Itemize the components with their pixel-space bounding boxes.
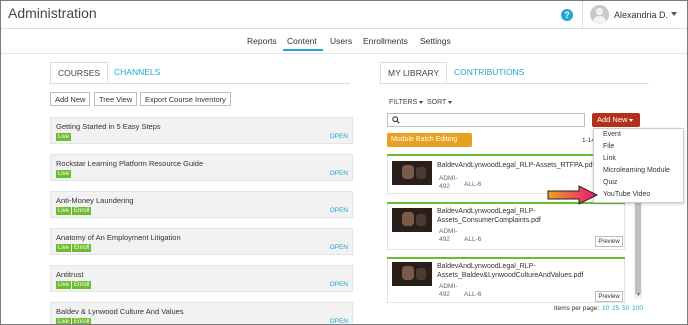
tab-channels[interactable]: CHANNELS (107, 62, 167, 83)
live-badge: Live (56, 133, 72, 141)
open-link[interactable]: OPEN (330, 207, 348, 214)
chevron-down-icon (419, 100, 424, 104)
per-page-option[interactable]: 100 (632, 305, 643, 312)
nav-item-reports[interactable]: Reports (247, 36, 277, 46)
course-card[interactable]: Rockstar Learning Platform Resource Guid… (50, 154, 353, 181)
tab-courses[interactable]: COURSES (50, 62, 109, 83)
open-link[interactable]: OPEN (330, 133, 348, 140)
open-link[interactable]: OPEN (330, 318, 348, 324)
course-title: Rockstar Learning Platform Resource Guid… (56, 159, 204, 168)
app-title: Administration (8, 5, 97, 21)
live-badge: Live (56, 207, 72, 215)
module-batch-editing-button[interactable]: Module Batch Editing (387, 133, 472, 147)
active-nav-indicator (283, 49, 323, 51)
library-item[interactable]: BaldevAndLynwoodLegal_RLP-Assets_Consume… (387, 202, 625, 250)
menu-item-file[interactable]: File (603, 143, 614, 150)
chevron-down-icon[interactable] (671, 12, 677, 16)
live-badge: Live (56, 281, 72, 289)
course-title: Antitrust (56, 270, 84, 279)
tree-view-button[interactable]: Tree View (94, 92, 138, 106)
export-course-inventory-button[interactable]: Export Course Inventory (140, 92, 231, 106)
menu-item-youtube-video[interactable]: YouTube Video (603, 191, 650, 198)
app-window: Administration ? Alexandria D. Reports C… (0, 0, 688, 325)
video-thumbnail (392, 262, 432, 286)
right-tab-divider (379, 83, 649, 84)
left-tab-divider (49, 83, 350, 84)
nav-item-enrollments[interactable]: Enrollments (363, 36, 408, 46)
library-item-title: BaldevAndLynwoodLegal_RLP-Assets_Baldev&… (437, 263, 584, 279)
add-new-label: Add New (597, 115, 628, 124)
course-card[interactable]: Anti-Money Laundering Live Enroll OPEN (50, 191, 353, 218)
item-audience: ALL-6 (464, 236, 482, 243)
preview-button[interactable]: Preview (595, 236, 623, 247)
sort-label: SORT (427, 99, 447, 106)
add-new-course-button[interactable]: Add New (50, 92, 91, 106)
tab-contributions[interactable]: CONTRIBUTIONS (447, 62, 531, 83)
menu-item-link[interactable]: Link (603, 155, 616, 162)
per-page-option[interactable]: 50 (622, 305, 629, 312)
course-title: Anatomy of An Employment Litigation (56, 233, 181, 242)
enroll-badge: Enroll (72, 281, 92, 289)
scroll-down-icon[interactable]: ▼ (636, 292, 641, 298)
filters-dropdown[interactable]: FILTERS (389, 99, 424, 106)
tab-my-library[interactable]: MY LIBRARY (380, 62, 448, 83)
nav-item-users[interactable]: Users (330, 36, 352, 46)
chevron-down-icon (629, 118, 634, 122)
nav-item-content[interactable]: Content (287, 36, 317, 46)
add-new-menu: Event File Link Microlearning Module Qui… (593, 128, 684, 203)
search-input[interactable] (387, 113, 585, 127)
avatar[interactable] (590, 5, 609, 24)
library-item-title: BaldevAndLynwoodLegal_RLP-Assets_Consume… (437, 208, 541, 224)
open-link[interactable]: OPEN (330, 244, 348, 251)
help-icon[interactable]: ? (561, 9, 573, 21)
menu-item-quiz[interactable]: Quiz (603, 179, 617, 186)
item-accent-bar (387, 257, 625, 259)
course-title: Getting Started in 5 Easy Steps (56, 122, 161, 131)
main-nav: Reports Content Users Enrollments Settin… (1, 32, 687, 52)
course-title: Anti-Money Laundering (56, 196, 134, 205)
top-bar: Administration ? Alexandria D. (1, 1, 687, 29)
sort-dropdown[interactable]: SORT (427, 99, 453, 106)
enroll-badge: Enroll (72, 207, 92, 215)
course-card[interactable]: Getting Started in 5 Easy Steps Live OPE… (50, 117, 353, 144)
course-card[interactable]: Anatomy of An Employment Litigation Live… (50, 228, 353, 255)
library-item[interactable]: BaldevAndLynwoodLegal_RLP-Assets_Baldev&… (387, 257, 625, 303)
items-per-page-label: Items per page: (554, 305, 600, 312)
filters-label: FILTERS (389, 99, 418, 106)
menu-item-microlearning-module[interactable]: Microlearning Module (603, 167, 670, 174)
course-card[interactable]: Baldev & Lynwood Culture And Values Live… (50, 302, 353, 325)
item-audience: ALL-6 (464, 181, 482, 188)
enroll-badge: Enroll (72, 244, 92, 252)
live-badge: Live (56, 318, 72, 325)
arrow-annotation-icon (547, 185, 599, 205)
nav-item-settings[interactable]: Settings (420, 36, 451, 46)
item-code: ADMI-492 (439, 283, 458, 298)
open-link[interactable]: OPEN (330, 281, 348, 288)
course-title: Baldev & Lynwood Culture And Values (56, 307, 184, 316)
video-thumbnail (392, 208, 432, 232)
library-item-title: BaldevAndLynwoodLegal_RLP-Assets_RTFPA.p… (437, 162, 595, 169)
preview-button[interactable]: Preview (595, 291, 623, 302)
add-new-button[interactable]: Add New (592, 113, 640, 127)
course-card[interactable]: Antitrust Live Enroll OPEN (50, 265, 353, 292)
nav-divider (1, 53, 687, 54)
item-accent-bar (387, 154, 625, 156)
header-divider (582, 1, 583, 29)
search-icon (392, 116, 400, 124)
menu-item-event[interactable]: Event (603, 131, 621, 138)
video-thumbnail (392, 161, 432, 185)
live-badge: Live (56, 244, 72, 252)
live-badge: Live (56, 170, 72, 178)
enroll-badge: Enroll (72, 318, 92, 325)
per-page-option[interactable]: 10 (602, 305, 609, 312)
open-link[interactable]: OPEN (330, 170, 348, 177)
item-audience: ALL-6 (464, 291, 482, 298)
items-per-page: Items per page: 10 25 50 100 (554, 305, 643, 312)
chevron-down-icon (448, 100, 453, 104)
per-page-option[interactable]: 25 (612, 305, 619, 312)
item-code: ADMI-492 (439, 175, 458, 190)
user-name[interactable]: Alexandria D. (614, 10, 668, 20)
item-code: ADMI-492 (439, 228, 458, 243)
